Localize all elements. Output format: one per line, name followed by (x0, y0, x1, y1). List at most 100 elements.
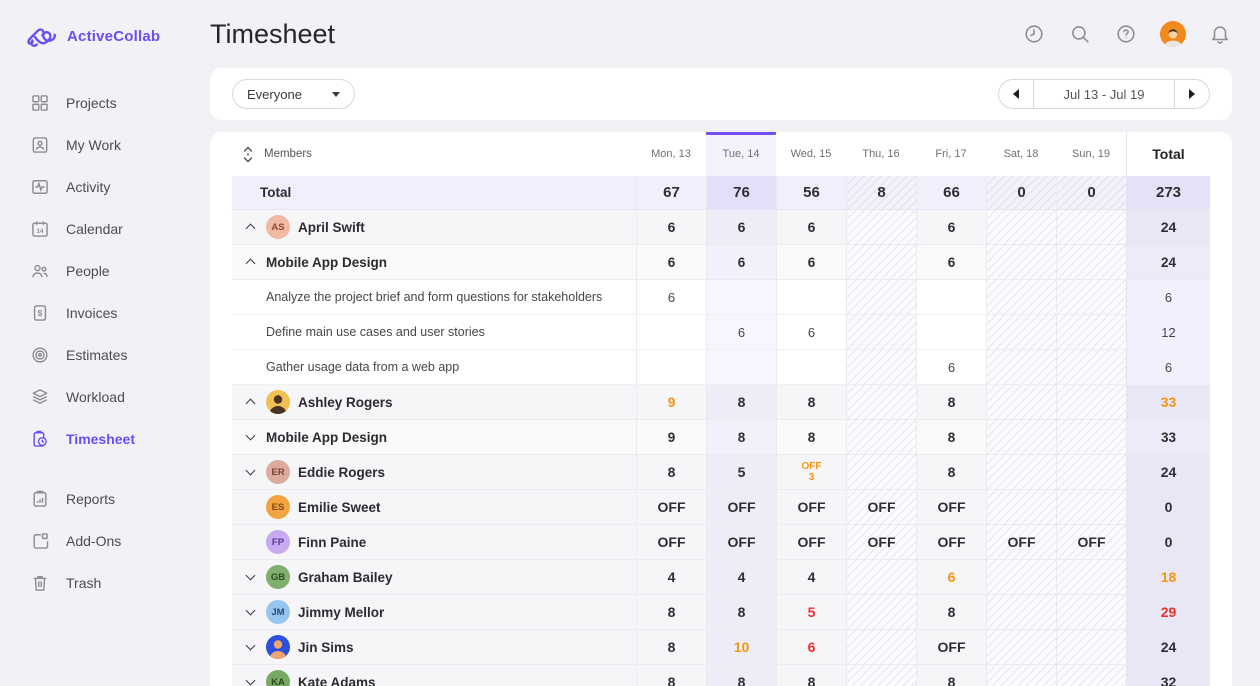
hours-cell[interactable] (1056, 385, 1126, 419)
sidebar-item-add-ons[interactable]: Add-Ons (0, 520, 210, 562)
app-logo[interactable]: ActiveCollab (0, 20, 210, 52)
hours-cell[interactable]: 6 (776, 630, 846, 664)
hours-cell[interactable]: 9 (636, 385, 706, 419)
hours-cell[interactable]: OFF (846, 490, 916, 524)
day-column-header[interactable]: Thu, 16 (846, 132, 916, 176)
hours-cell[interactable] (1056, 210, 1126, 244)
hours-cell[interactable] (986, 350, 1056, 384)
row-label-cell[interactable]: FPFinn Paine (232, 525, 636, 559)
hours-cell[interactable]: 6 (916, 560, 986, 594)
hours-cell[interactable] (776, 350, 846, 384)
hours-cell[interactable]: 8 (706, 665, 776, 686)
hours-cell[interactable]: OFF (1056, 525, 1126, 559)
hours-cell[interactable] (846, 315, 916, 349)
sidebar-item-workload[interactable]: Workload (0, 376, 210, 418)
hours-cell[interactable]: 0 (986, 176, 1056, 209)
hours-cell[interactable] (1056, 560, 1126, 594)
hours-cell[interactable]: 8 (776, 385, 846, 419)
hours-cell[interactable]: OFF (916, 490, 986, 524)
help-icon[interactable] (1114, 22, 1138, 46)
previous-week-button[interactable] (998, 79, 1033, 109)
hours-cell[interactable]: 6 (776, 245, 846, 279)
row-label-cell[interactable]: JMJimmy Mellor (232, 595, 636, 629)
hours-cell[interactable]: 8 (916, 665, 986, 686)
hours-cell[interactable] (1056, 350, 1126, 384)
hours-cell[interactable] (846, 280, 916, 314)
hours-cell[interactable] (706, 280, 776, 314)
date-range-label[interactable]: Jul 13 - Jul 19 (1033, 79, 1175, 109)
hours-cell[interactable] (986, 595, 1056, 629)
hours-cell[interactable]: 6 (706, 315, 776, 349)
day-column-header[interactable]: Wed, 15 (776, 132, 846, 176)
row-label-cell[interactable]: Define main use cases and user stories (232, 315, 636, 349)
hours-cell[interactable]: 8 (916, 420, 986, 454)
row-label-cell[interactable]: Mobile App Design (232, 245, 636, 279)
row-label-cell[interactable]: EREddie Rogers (232, 455, 636, 489)
row-label-cell[interactable]: Jin Sims (232, 630, 636, 664)
hours-cell[interactable]: 8 (916, 455, 986, 489)
hours-cell[interactable] (986, 420, 1056, 454)
hours-cell[interactable]: 6 (916, 245, 986, 279)
assignee-filter-dropdown[interactable]: Everyone (232, 79, 355, 109)
expand-chevron-icon[interactable] (242, 470, 258, 474)
hours-cell[interactable] (846, 350, 916, 384)
sort-members-icon[interactable] (242, 146, 254, 163)
hours-cell[interactable]: 8 (706, 385, 776, 419)
hours-cell[interactable]: 76 (706, 176, 776, 209)
day-column-header[interactable]: Sun, 19 (1056, 132, 1126, 176)
hours-cell[interactable] (1056, 595, 1126, 629)
hours-cell[interactable]: OFF (916, 525, 986, 559)
hours-cell[interactable]: 8 (636, 665, 706, 686)
hours-cell[interactable]: 6 (706, 210, 776, 244)
hours-cell[interactable]: 6 (636, 245, 706, 279)
hours-cell[interactable]: 6 (916, 210, 986, 244)
row-label-cell[interactable]: ESEmilie Sweet (232, 490, 636, 524)
day-column-header[interactable]: Mon, 13 (636, 132, 706, 176)
hours-cell[interactable]: 4 (706, 560, 776, 594)
hours-cell[interactable]: 8 (776, 420, 846, 454)
collapse-chevron-icon[interactable] (242, 397, 258, 407)
hours-cell[interactable] (846, 210, 916, 244)
hours-cell[interactable]: 6 (776, 315, 846, 349)
next-week-button[interactable] (1175, 79, 1210, 109)
hours-cell[interactable] (986, 245, 1056, 279)
hours-cell[interactable] (986, 630, 1056, 664)
hours-cell[interactable]: 8 (636, 630, 706, 664)
hours-cell[interactable]: OFF3 (776, 455, 846, 489)
sidebar-item-trash[interactable]: Trash (0, 562, 210, 604)
sidebar-item-people[interactable]: People (0, 250, 210, 292)
notifications-bell-icon[interactable] (1208, 22, 1232, 46)
expand-chevron-icon[interactable] (242, 435, 258, 439)
hours-cell[interactable]: 8 (916, 595, 986, 629)
hours-cell[interactable] (1056, 315, 1126, 349)
hours-cell[interactable]: 10 (706, 630, 776, 664)
hours-cell[interactable]: 6 (636, 280, 706, 314)
search-icon[interactable] (1068, 22, 1092, 46)
sidebar-item-invoices[interactable]: $ Invoices (0, 292, 210, 334)
expand-chevron-icon[interactable] (242, 645, 258, 649)
row-label-cell[interactable]: Analyze the project brief and form quest… (232, 280, 636, 314)
hours-cell[interactable]: 4 (636, 560, 706, 594)
hours-cell[interactable]: 8 (636, 455, 706, 489)
hours-cell[interactable] (1056, 245, 1126, 279)
collapse-chevron-icon[interactable] (242, 222, 258, 232)
hours-cell[interactable]: 6 (916, 350, 986, 384)
hours-cell[interactable] (776, 280, 846, 314)
hours-cell[interactable] (1056, 630, 1126, 664)
hours-cell[interactable]: 8 (636, 595, 706, 629)
expand-chevron-icon[interactable] (242, 575, 258, 579)
hours-cell[interactable] (706, 350, 776, 384)
row-label-cell[interactable]: GBGraham Bailey (232, 560, 636, 594)
hours-cell[interactable]: 67 (636, 176, 706, 209)
day-column-header[interactable]: Sat, 18 (986, 132, 1056, 176)
hours-cell[interactable] (986, 385, 1056, 419)
row-label-cell[interactable]: Ashley Rogers (232, 385, 636, 419)
hours-cell[interactable] (986, 455, 1056, 489)
hours-cell[interactable] (986, 560, 1056, 594)
hours-cell[interactable]: 8 (706, 420, 776, 454)
profile-avatar[interactable] (1160, 21, 1186, 47)
sidebar-item-estimates[interactable]: Estimates (0, 334, 210, 376)
hours-cell[interactable] (636, 350, 706, 384)
hours-cell[interactable] (986, 210, 1056, 244)
hours-cell[interactable] (846, 630, 916, 664)
